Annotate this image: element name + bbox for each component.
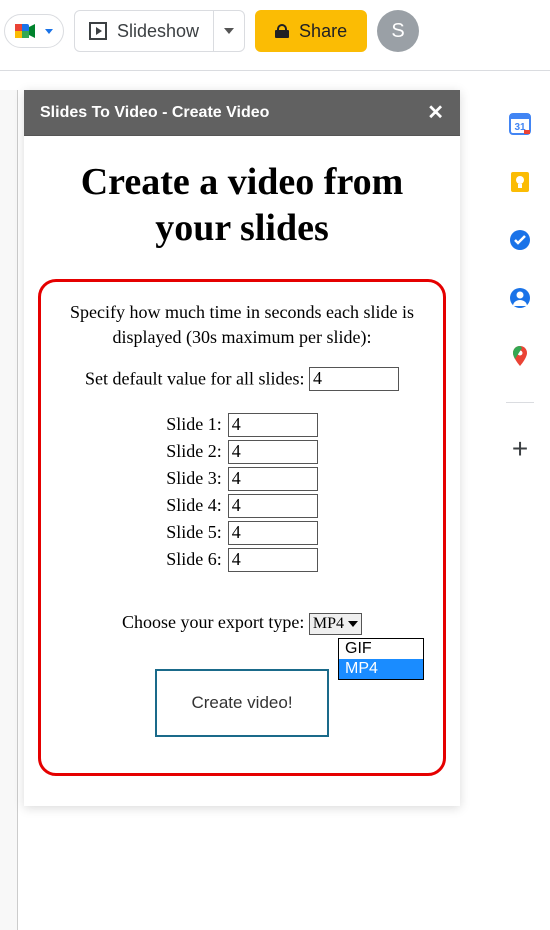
slide-duration-row: Slide 6:: [166, 548, 318, 572]
slide-duration-input[interactable]: [228, 440, 318, 464]
maps-icon[interactable]: [508, 344, 532, 368]
contacts-icon[interactable]: [508, 286, 532, 310]
slide-label: Slide 3:: [166, 468, 222, 489]
right-side-rail: 31 +: [490, 92, 550, 461]
create-video-button[interactable]: Create video!: [155, 669, 328, 737]
slide-duration-row: Slide 1:: [166, 413, 318, 437]
slide-duration-row: Slide 4:: [166, 494, 318, 518]
slide-duration-input[interactable]: [228, 413, 318, 437]
export-option[interactable]: MP4: [339, 659, 423, 679]
share-label: Share: [299, 21, 347, 42]
slide-duration-input[interactable]: [228, 467, 318, 491]
caret-down-icon: [224, 28, 234, 34]
slideshow-label: Slideshow: [117, 21, 199, 42]
meet-camera-button[interactable]: [4, 14, 64, 48]
slideshow-dropdown-button[interactable]: [214, 28, 244, 34]
settings-highlight-box: Specify how much time in seconds each sl…: [38, 279, 446, 775]
caret-down-icon: [45, 29, 53, 34]
caret-down-icon: [348, 621, 358, 627]
panel-heading: Create a video from your slides: [38, 160, 446, 251]
create-video-label: Create video!: [191, 693, 292, 712]
lock-icon: [275, 24, 289, 38]
rail-divider: [506, 402, 534, 403]
account-avatar[interactable]: S: [377, 10, 419, 52]
slide-duration-input[interactable]: [228, 521, 318, 545]
export-type-select[interactable]: MP4: [309, 613, 362, 635]
export-label: Choose your export type:: [122, 612, 304, 632]
slide-duration-row: Slide 2:: [166, 440, 318, 464]
calendar-icon[interactable]: 31: [508, 112, 532, 136]
slide-duration-row: Slide 5:: [166, 521, 318, 545]
slide-label: Slide 5:: [166, 522, 222, 543]
slides-duration-list: Slide 1: Slide 2: Slide 3: Slide 4: Slide 5:…: [51, 413, 433, 572]
instruction-text: Specify how much time in seconds each sl…: [51, 300, 433, 350]
slide-duration-row: Slide 3:: [166, 467, 318, 491]
slide-label: Slide 4:: [166, 495, 222, 516]
addon-sidepanel: Slides To Video - Create Video ✕ Create …: [24, 90, 460, 806]
close-icon[interactable]: ✕: [427, 100, 444, 125]
panel-title: Slides To Video - Create Video: [40, 104, 269, 122]
slide-duration-input[interactable]: [228, 548, 318, 572]
slideshow-button-group: Slideshow: [74, 10, 245, 52]
avatar-letter: S: [391, 20, 404, 43]
share-button[interactable]: Share: [255, 10, 367, 52]
slide-label: Slide 6:: [166, 549, 222, 570]
meet-icon: [15, 21, 39, 41]
slide-label: Slide 2:: [166, 441, 222, 462]
export-selected-value: MP4: [313, 615, 344, 633]
tasks-icon[interactable]: [508, 228, 532, 252]
play-icon: [89, 22, 107, 40]
export-type-dropdown: GIFMP4: [338, 638, 424, 680]
slide-duration-input[interactable]: [228, 494, 318, 518]
slideshow-button[interactable]: Slideshow: [75, 11, 214, 51]
default-label: Set default value for all slides:: [85, 368, 304, 388]
default-duration-input[interactable]: [309, 367, 399, 391]
slide-label: Slide 1:: [166, 414, 222, 435]
keep-icon[interactable]: [508, 170, 532, 194]
export-option[interactable]: GIF: [339, 639, 423, 659]
add-addon-button[interactable]: +: [512, 437, 528, 461]
slide-thumbnail-strip[interactable]: [0, 90, 18, 930]
panel-header: Slides To Video - Create Video ✕: [24, 90, 460, 136]
